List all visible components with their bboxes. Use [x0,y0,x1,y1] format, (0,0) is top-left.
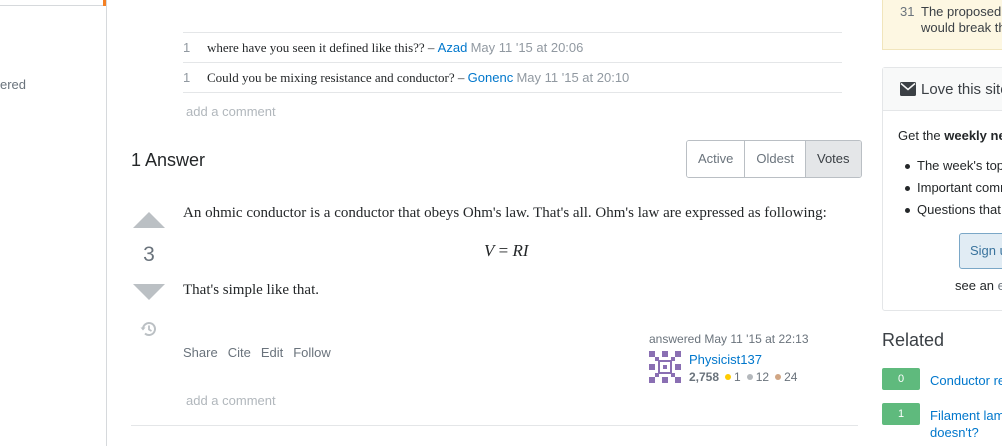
envelope-icon [900,82,916,96]
newsletter-list: The week's top Important comm Questions … [905,158,1002,224]
comment-user-link[interactable]: Gonenc [468,70,514,85]
answer-user-card: answered May 11 '15 at 22:13 Physicist13… [649,332,849,384]
newsletter-intro-prefix: Get the [898,128,945,143]
follow-link[interactable]: Follow [293,345,331,360]
related-title: Related [882,330,945,350]
divider [131,425,858,426]
question-comments: 1 where have you seen it defined like th… [183,32,842,93]
math-lhs: V [484,241,495,260]
active-indicator [103,0,106,6]
comment-user-link[interactable]: Azad [438,40,468,55]
gold-badge-icon [725,374,732,381]
upvote-icon[interactable] [133,212,165,228]
signup-button[interactable]: Sign u [959,233,1002,269]
vote-count: 3 [143,243,155,266]
related-score-badge: 0 [882,368,920,390]
answer-paragraph: An ohmic conductor is a conductor that o… [183,205,827,221]
comment-text: where have you seen it defined like this… [207,39,438,55]
reputation-score: 2,758 [689,370,720,384]
comment: 1 where have you seen it defined like th… [183,33,842,63]
comment-date: May 11 '15 at 20:06 [470,39,584,55]
comment-score: 1 [183,70,191,85]
history-icon[interactable] [138,318,160,340]
newsletter-see-example: see an e [955,278,1002,293]
edit-link[interactable]: Edit [261,345,283,360]
tab-oldest[interactable]: Oldest [745,141,806,177]
featured-line-2: would break th [921,20,1002,35]
comment-text: Could you be mixing resistance and condu… [207,69,468,85]
answer-paragraph: That's simple like that. [183,282,320,298]
left-nav-active-item[interactable] [0,0,106,6]
user-name-link[interactable]: Physicist137 [689,352,762,367]
featured-meta-box: 31 The proposed would break th [882,0,1002,50]
answers-count: 1 Answer [131,150,206,170]
comment: 1 Could you be mixing resistance and con… [183,63,842,93]
newsletter-intro: Get the weekly ne [898,128,1002,143]
tab-votes[interactable]: Votes [805,141,861,177]
gold-badge-count: 1 [734,370,741,384]
math-rhs: RI [512,241,529,260]
related-link[interactable]: Conductor re [930,372,1002,389]
left-sidebar: ered [0,0,107,446]
answer-add-comment-link[interactable]: add a comment [186,393,276,408]
user-reputation: 2,758 1 12 24 [689,370,797,384]
featured-line-1: The proposed [921,4,1002,19]
math-eq: = [494,241,513,260]
related-link[interactable]: Filament lam doesn't? [930,407,1002,441]
silver-badge-icon [746,374,753,381]
list-item: Questions that [905,202,1002,224]
comment-date: May 11 '15 at 20:10 [516,69,630,85]
list-item: Important comm [905,180,1002,202]
share-link[interactable]: Share [183,345,218,360]
newsletter-intro-bold: weekly ne [944,128,1002,143]
featured-number: 31 [900,4,915,19]
comment-score: 1 [183,40,191,55]
see-example-link[interactable]: e [998,278,1002,293]
post-menu: Share Cite Edit Follow [183,345,331,360]
silver-badge-count: 12 [755,370,770,384]
bronze-badge-icon [775,374,782,381]
see-prefix: see an [955,278,998,293]
bronze-badge-count: 24 [784,370,798,384]
featured-link[interactable]: The proposed would break th [921,4,1002,36]
related-link-line-2: doesn't? [930,425,979,440]
question-add-comment-link[interactable]: add a comment [186,104,276,119]
cite-link[interactable]: Cite [228,345,251,360]
newsletter-box: Love this site Get the weekly ne The wee… [882,67,1002,311]
math-equation: V = RI [484,241,529,261]
left-nav-item[interactable]: ered [0,77,26,92]
downvote-icon[interactable] [133,284,165,300]
user-action-time: answered May 11 '15 at 22:13 [649,332,809,346]
comment-body: where have you seen it defined like this… [207,40,583,56]
avatar[interactable] [649,351,681,383]
related-score-badge: 1 [882,403,920,425]
comment-body: Could you be mixing resistance and condu… [207,70,629,86]
newsletter-title: Love this site [921,81,1002,98]
list-item: The week's top [905,158,1002,180]
newsletter-header: Love this site [883,68,1002,111]
tab-active[interactable]: Active [687,141,746,177]
answer-sort-tabs: Active Oldest Votes [686,140,862,178]
related-link-line-1: Filament lam [930,408,1002,423]
